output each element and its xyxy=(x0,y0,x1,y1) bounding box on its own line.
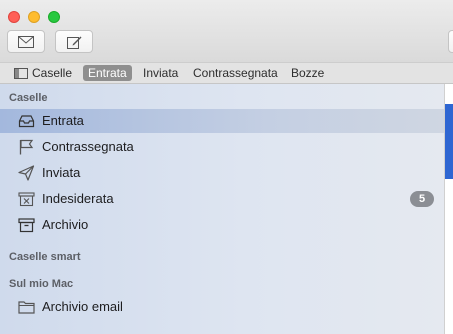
section-header-sul-mio-mac: Sul mio Mac xyxy=(9,278,74,290)
mailbox-sidebar: Caselle Entrata Contrassegnata Inviata I… xyxy=(0,84,444,334)
mailbox-indesiderata[interactable]: Indesiderata 5 xyxy=(0,187,444,211)
favorites-caselle-label: Caselle xyxy=(32,66,73,80)
mailbox-contrassegnata[interactable]: Contrassegnata xyxy=(0,135,444,159)
zoom-window-button[interactable] xyxy=(48,11,60,23)
window-toolbar xyxy=(0,0,453,62)
section-header-caselle-smart: Caselle smart xyxy=(9,251,81,263)
mailbox-label: Indesiderata xyxy=(42,191,114,206)
mailbox-archivio-email[interactable]: Archivio email xyxy=(0,295,444,319)
minimize-window-button[interactable] xyxy=(28,11,40,23)
show-mailboxes-button[interactable]: Caselle xyxy=(14,65,72,81)
unread-count-badge: 5 xyxy=(410,191,434,207)
favorite-contrassegnata[interactable]: Contrassegnata xyxy=(193,65,278,81)
selected-message-indicator xyxy=(445,104,453,179)
mailbox-entrata[interactable]: Entrata xyxy=(0,109,444,133)
envelope-icon xyxy=(18,35,34,48)
mailbox-label: Entrata xyxy=(42,113,84,128)
paper-plane-icon xyxy=(18,165,35,181)
toolbar-overflow-button[interactable] xyxy=(448,30,453,53)
get-mail-button[interactable] xyxy=(7,30,45,53)
archive-box-icon xyxy=(18,218,35,233)
favorites-bar: Caselle Entrata Inviata Contrassegnata B… xyxy=(0,62,453,84)
section-header-caselle: Caselle xyxy=(9,92,48,104)
favorite-bozze[interactable]: Bozze xyxy=(291,65,324,81)
compose-icon xyxy=(66,36,81,49)
mailbox-label: Inviata xyxy=(42,165,81,180)
junk-tray-icon xyxy=(18,192,35,207)
mailbox-label: Archivio email xyxy=(42,299,123,314)
favorite-entrata[interactable]: Entrata xyxy=(83,65,132,81)
flag-icon xyxy=(19,139,34,155)
sidebar-toggle-icon xyxy=(14,67,28,79)
favorite-inviata[interactable]: Inviata xyxy=(143,65,178,81)
inbox-tray-icon xyxy=(18,115,35,128)
mailbox-archivio[interactable]: Archivio xyxy=(0,213,444,237)
close-window-button[interactable] xyxy=(8,11,20,23)
new-message-button[interactable] xyxy=(55,30,93,53)
mailbox-label: Archivio xyxy=(42,217,89,232)
mailbox-label: Contrassegnata xyxy=(42,139,134,154)
mailbox-inviata[interactable]: Inviata xyxy=(0,161,444,185)
folder-icon xyxy=(18,301,35,314)
